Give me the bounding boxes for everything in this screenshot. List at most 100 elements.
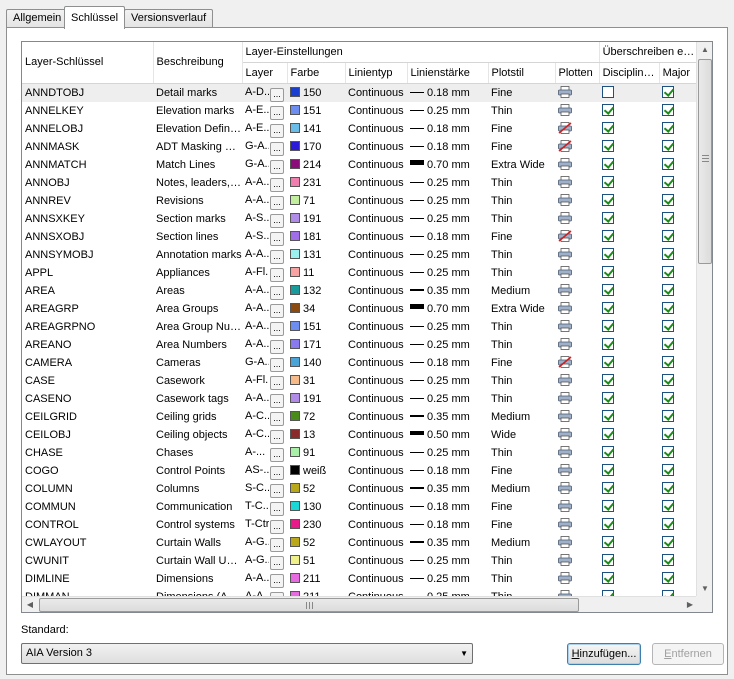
cell-discipline[interactable] [599, 102, 659, 120]
cell-layer[interactable]: S-C...... [242, 480, 287, 498]
cell-color[interactable]: 171 [287, 336, 345, 354]
cell-plotstyle[interactable]: Thin [488, 192, 555, 210]
cell-color[interactable]: 13 [287, 426, 345, 444]
cell-lineweight[interactable]: 0.35 mm [407, 408, 488, 426]
header-color[interactable]: Farbe [287, 62, 346, 84]
cell-linetype[interactable]: Continuous [345, 552, 407, 570]
cell-plot[interactable] [555, 408, 599, 426]
layer-key-grid[interactable]: Layer-Schlüssel Beschreibung Layer-Einst… [21, 41, 713, 613]
cell-layer-key[interactable]: CEILGRID [22, 408, 153, 426]
discipline-checkbox[interactable] [602, 301, 615, 314]
scroll-down-arrow-icon[interactable]: ▼ [697, 581, 712, 597]
cell-plot[interactable] [555, 480, 599, 498]
cell-major[interactable] [659, 282, 698, 300]
cell-plotstyle[interactable]: Medium [488, 408, 555, 426]
discipline-checkbox[interactable] [602, 175, 615, 188]
discipline-checkbox[interactable] [602, 571, 615, 584]
remove-button[interactable]: Entfernen [652, 643, 724, 665]
cell-description[interactable]: Control Points [153, 462, 242, 480]
major-checkbox[interactable] [662, 139, 675, 152]
cell-lineweight[interactable]: 0.25 mm [407, 264, 488, 282]
cell-layer-key[interactable]: CWUNIT [22, 552, 153, 570]
cell-plotstyle[interactable]: Fine [488, 83, 555, 102]
cell-layer[interactable]: A-A...... [242, 246, 287, 264]
ellipsis-button[interactable]: ... [270, 483, 284, 498]
cell-plot[interactable] [555, 354, 599, 372]
ellipsis-button[interactable]: ... [270, 159, 284, 174]
cell-discipline[interactable] [599, 210, 659, 228]
cell-discipline[interactable] [599, 318, 659, 336]
table-row[interactable]: ANNSXKEYSection marksA-S...... 191 Continu… [22, 210, 698, 228]
cell-discipline[interactable] [599, 516, 659, 534]
cell-plotstyle[interactable]: Thin [488, 264, 555, 282]
cell-plotstyle[interactable]: Thin [488, 336, 555, 354]
major-checkbox[interactable] [662, 85, 675, 98]
printer-icon[interactable] [558, 211, 572, 224]
cell-discipline[interactable] [599, 336, 659, 354]
cell-plotstyle[interactable]: Thin [488, 174, 555, 192]
table-row[interactable]: COGOControl PointsAS-...... weiß Continuou… [22, 462, 698, 480]
major-checkbox[interactable] [662, 283, 675, 296]
table-row[interactable]: CWUNITCurtain Wall UnitsA-G...... 51 Conti… [22, 552, 698, 570]
ellipsis-button[interactable]: ... [270, 321, 284, 336]
cell-lineweight[interactable]: 0.70 mm [407, 300, 488, 318]
major-checkbox[interactable] [662, 103, 675, 116]
major-checkbox[interactable] [662, 319, 675, 332]
table-row[interactable]: ANNELKEYElevation marksA-E...... 151 Conti… [22, 102, 698, 120]
printer-icon[interactable] [558, 193, 572, 206]
cell-plot[interactable] [555, 444, 599, 462]
cell-plotstyle[interactable]: Thin [488, 318, 555, 336]
cell-discipline[interactable] [599, 138, 659, 156]
cell-discipline[interactable] [599, 300, 659, 318]
cell-description[interactable]: Section lines [153, 228, 242, 246]
cell-plot[interactable] [555, 372, 599, 390]
cell-plot[interactable] [555, 534, 599, 552]
cell-major[interactable] [659, 372, 698, 390]
header-plotstyle[interactable]: Plotstil [488, 62, 556, 84]
cell-discipline[interactable] [599, 228, 659, 246]
cell-major[interactable] [659, 210, 698, 228]
cell-description[interactable]: Curtain Wall Units [153, 552, 242, 570]
cell-description[interactable]: Notes, leaders, ... [153, 174, 242, 192]
discipline-checkbox[interactable] [602, 409, 615, 422]
cell-color[interactable]: weiß [287, 462, 345, 480]
printer-icon[interactable] [558, 85, 572, 98]
header-lineweight[interactable]: Linienstärke [407, 62, 489, 84]
cell-major[interactable] [659, 444, 698, 462]
cell-plotstyle[interactable]: Thin [488, 102, 555, 120]
cell-plotstyle[interactable]: Medium [488, 534, 555, 552]
cell-major[interactable] [659, 138, 698, 156]
cell-layer[interactable]: A-C...... [242, 426, 287, 444]
cell-color[interactable]: 191 [287, 390, 345, 408]
printer-icon[interactable] [558, 427, 572, 440]
ellipsis-button[interactable]: ... [270, 123, 284, 138]
printer-icon[interactable] [558, 517, 572, 530]
discipline-checkbox[interactable] [602, 535, 615, 548]
header-plot[interactable]: Plotten [555, 62, 600, 84]
cell-linetype[interactable]: Continuous [345, 210, 407, 228]
cell-linetype[interactable]: Continuous [345, 138, 407, 156]
cell-major[interactable] [659, 83, 699, 102]
printer-icon[interactable] [558, 103, 572, 116]
cell-discipline[interactable] [599, 570, 659, 588]
cell-lineweight[interactable]: 0.25 mm [407, 444, 488, 462]
cell-layer-key[interactable]: ANNSYMOBJ [22, 246, 153, 264]
cell-description[interactable]: Control systems [153, 516, 242, 534]
cell-color[interactable]: 130 [287, 498, 345, 516]
discipline-checkbox[interactable] [602, 211, 615, 224]
ellipsis-button[interactable]: ... [270, 213, 284, 228]
cell-layer-key[interactable]: CHASE [22, 444, 153, 462]
cell-layer[interactable]: A-S...... [242, 210, 287, 228]
cell-linetype[interactable]: Continuous [345, 318, 407, 336]
cell-description[interactable]: Ceiling objects [153, 426, 242, 444]
table-row[interactable]: CHASE Chases A-...... 91 Continuous 0.25 mm Th… [22, 444, 698, 462]
ellipsis-button[interactable]: ... [270, 177, 284, 192]
cell-plotstyle[interactable]: Medium [488, 480, 555, 498]
cell-color[interactable]: 11 [287, 264, 345, 282]
ellipsis-button[interactable]: ... [270, 141, 284, 156]
cell-discipline[interactable] [599, 192, 659, 210]
cell-layer[interactable]: T-Ctrl... [242, 516, 287, 534]
cell-description[interactable]: Detail marks [153, 83, 242, 102]
cell-layer-key[interactable]: COLUMN [22, 480, 153, 498]
major-checkbox[interactable] [662, 571, 675, 584]
